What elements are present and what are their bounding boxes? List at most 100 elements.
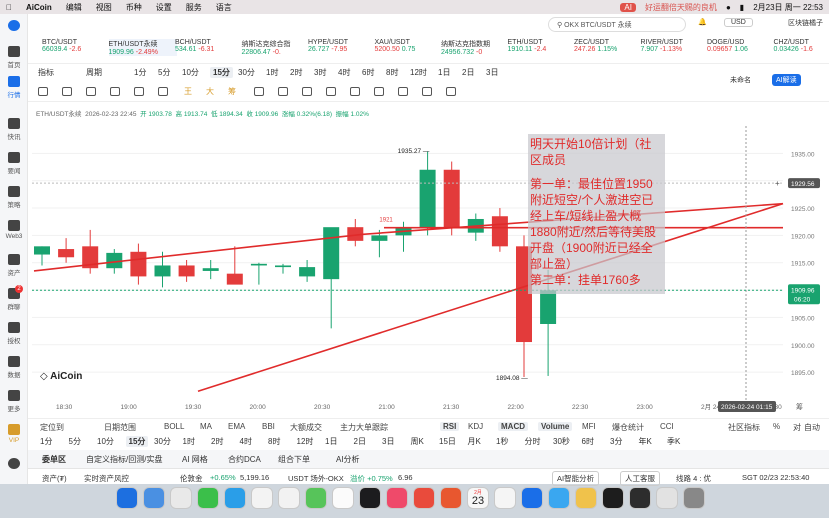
add-alert-icon[interactable]: + [775, 179, 780, 188]
chart-option-pct[interactable]: % [773, 422, 780, 431]
drawing-tool-icon[interactable] [62, 87, 72, 96]
ticker-item[interactable]: ZEC/USDT 247.26 1.15% [574, 39, 642, 53]
dock-app-icon[interactable] [440, 487, 462, 509]
period-option[interactable]: 季K [667, 436, 680, 447]
risk-control[interactable]: 实时资产风控 [84, 473, 129, 484]
sidebar-item-market[interactable]: 行情 [0, 76, 28, 99]
sub-indicator-tab[interactable]: Volume [538, 422, 573, 431]
dock-app-icon[interactable] [386, 487, 408, 509]
dock-app-icon[interactable] [251, 487, 273, 509]
period-option[interactable]: 3日 [382, 436, 394, 447]
period-option[interactable]: 6时 [362, 67, 374, 78]
period-option[interactable]: 10分 [182, 67, 199, 78]
sidebar-item-web3[interactable]: Web3 [0, 220, 28, 240]
ticker-item[interactable]: RIVER/USDT 7.907 -1.13% [641, 39, 709, 53]
draw-template[interactable]: 王 [184, 86, 192, 97]
draw-template[interactable]: 筹 [228, 86, 236, 97]
bottom-tab[interactable]: 自定义指标/回测/实盘 [86, 454, 162, 465]
indicator-option[interactable]: BOLL [164, 422, 184, 431]
sub-indicator-tab[interactable]: KDJ [468, 422, 483, 431]
period-option[interactable]: 1分 [134, 67, 146, 78]
dock-app-icon[interactable] [575, 487, 597, 509]
apple-icon[interactable]:  [6, 3, 12, 12]
drawing-tool-icon[interactable] [302, 87, 312, 96]
bottom-tab[interactable]: 委单区 [42, 454, 66, 465]
drawing-tool-icon[interactable] [446, 87, 456, 96]
chart-option-community[interactable]: 社区指标 [728, 422, 760, 433]
user-name[interactable]: 区块链橘子 [788, 18, 823, 28]
period-option[interactable]: 周K [411, 436, 424, 447]
period-option[interactable]: 2日 [462, 67, 474, 78]
dock-app-icon[interactable] [116, 487, 138, 509]
sidebar-item-headlines[interactable]: 要闻 [0, 152, 28, 175]
sidebar-item-vip[interactable]: VIP [0, 424, 28, 444]
bottom-tab[interactable]: AI 网格 [182, 454, 208, 465]
drawing-tool-icon[interactable] [326, 87, 336, 96]
ticker-item[interactable]: DOGE/USD 0.09657 1.06 [707, 39, 775, 53]
drawing-tool-icon[interactable] [134, 87, 144, 96]
drawing-tool-icon[interactable] [350, 87, 360, 96]
indicator-option[interactable]: MA [200, 422, 212, 431]
ticker-item[interactable]: 纳斯达克综合指 22806.47 -0. [242, 39, 310, 56]
drawing-tool-icon[interactable] [278, 87, 288, 96]
period-option[interactable]: 5分 [69, 436, 81, 447]
assets-label[interactable]: 资产(₮) [42, 473, 67, 484]
period-option[interactable]: 3时 [314, 67, 326, 78]
period-option[interactable]: 1日 [438, 67, 450, 78]
period-option[interactable]: 6时 [582, 436, 594, 447]
ticker-item[interactable]: ETH/USDT 1910.11 -2.4 [508, 39, 576, 53]
sub-indicator-tab[interactable]: 爆仓统计 [612, 422, 644, 433]
bottom-tab[interactable]: AI分析 [336, 454, 360, 465]
period-option[interactable]: 指标 [38, 67, 54, 78]
draw-template[interactable]: 大 [206, 86, 214, 97]
menu-edit[interactable]: 编辑 [66, 2, 82, 13]
period-option[interactable]: 30分 [238, 67, 255, 78]
search-input[interactable]: ⚲ OKX BTC/USDT 永续 [548, 17, 686, 32]
dock-app-icon[interactable] [602, 487, 624, 509]
candlestick-chart[interactable]: 1935.001930.001925.001920.001915.001910.… [28, 114, 829, 414]
sub-indicator-tab[interactable]: RSI [440, 422, 460, 431]
period-option[interactable]: 30秒 [553, 436, 570, 447]
period-option[interactable]: 5分 [158, 67, 170, 78]
period-option[interactable]: 4时 [338, 67, 350, 78]
drawing-tool-icon[interactable] [158, 87, 168, 96]
ticker-item[interactable]: BTC/USDT 66039.4 -2.6 [42, 39, 110, 53]
bell-icon[interactable]: 🔔 [698, 18, 707, 26]
dock-app-icon[interactable] [305, 487, 327, 509]
ticker-item[interactable]: 纳斯达克指数期 24956.732 -0 [441, 39, 509, 56]
period-option[interactable]: 12时 [297, 436, 314, 447]
ticker-item[interactable]: BCH/USDT 534.61 -6.31 [175, 39, 243, 53]
bottom-tab[interactable]: 合约DCA [228, 454, 261, 465]
notification-badge[interactable]: AI [620, 2, 636, 12]
battery-icon[interactable]: ▮ [740, 3, 744, 12]
period-option[interactable]: 1日 [325, 436, 337, 447]
sub-indicator-tab[interactable]: MACD [498, 422, 528, 431]
period-option[interactable]: 8时 [268, 436, 280, 447]
sub-indicator-tab[interactable]: CCI [660, 422, 674, 431]
period-option[interactable]: 12时 [410, 67, 427, 78]
sidebar-item-data[interactable]: 数据 [0, 356, 28, 379]
menu-view[interactable]: 视图 [96, 2, 112, 13]
sidebar-item-home[interactable]: 首页 [0, 46, 28, 69]
dock-app-icon[interactable] [629, 487, 651, 509]
drawing-tool-icon[interactable] [38, 87, 48, 96]
dock-app-icon[interactable] [656, 487, 678, 509]
sub-indicator-tab[interactable]: MFI [582, 422, 596, 431]
sidebar-item-authorize[interactable]: 授权 [0, 322, 28, 345]
period-option[interactable]: 15日 [439, 436, 456, 447]
period-option[interactable]: 1时 [183, 436, 195, 447]
period-option[interactable]: 15分 [125, 436, 149, 447]
dock-app-icon[interactable] [143, 487, 165, 509]
sidebar-item-more[interactable]: 更多 [0, 390, 28, 413]
dock-app-icon[interactable] [548, 487, 570, 509]
dock-app-icon[interactable] [170, 487, 192, 509]
dock-app-icon[interactable] [521, 487, 543, 509]
period-option[interactable]: 1秒 [496, 436, 508, 447]
period-option[interactable]: 3分 [610, 436, 622, 447]
period-option[interactable]: 10分 [97, 436, 114, 447]
wifi-icon[interactable]: ● [726, 3, 731, 12]
period-option[interactable]: 分时 [525, 436, 541, 447]
drawing-tool-icon[interactable] [110, 87, 120, 96]
indicator-option[interactable]: 日期范围 [104, 422, 136, 433]
menu-language[interactable]: 语言 [216, 2, 232, 13]
